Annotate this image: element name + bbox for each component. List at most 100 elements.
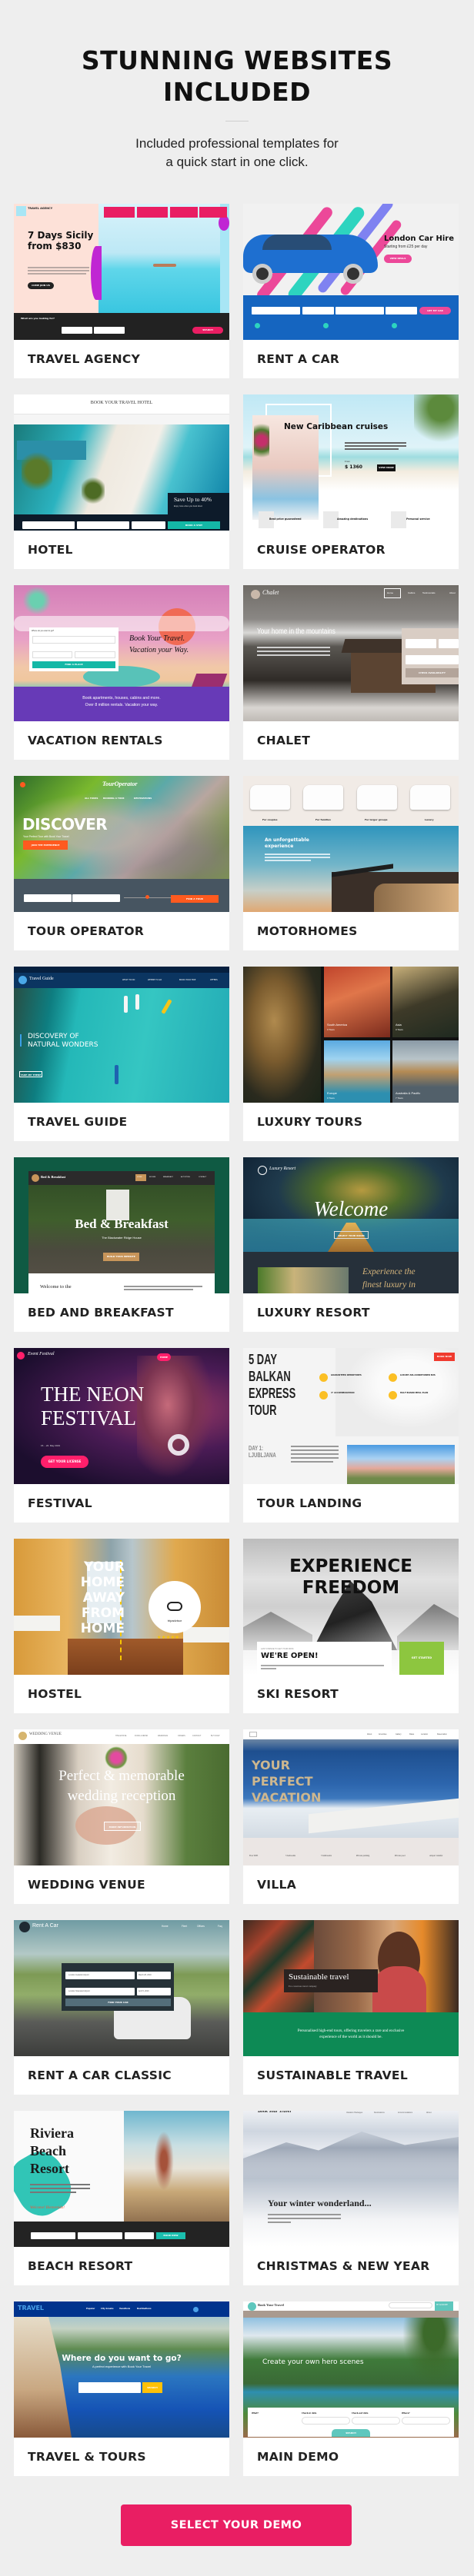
preview-headline-line: Beach	[30, 2143, 66, 2158]
preview-menu-item: Offices	[197, 1925, 205, 1928]
demo-card-ski-resort[interactable]: EXPERIENCE FREEDOM LAST CHANCE TO GET YO…	[243, 1539, 459, 1713]
preview-headline-2: FREEDOM	[302, 1578, 400, 1598]
preview-headline-line: BALKAN	[249, 1369, 291, 1384]
preview-tagline-1: Experience the	[362, 1267, 416, 1276]
preview-brand: Travel Guide	[29, 977, 54, 981]
demo-card-tour-landing[interactable]: 5 DAY BALKAN EXPRESS TOUR BOOK NOW GUARA…	[243, 1348, 459, 1523]
demo-label[interactable]: LUXURY TOURS	[257, 1103, 362, 1141]
demo-preview-tour-operator[interactable]: TourOperator ALL TOURS BOOKING A TOUR DE…	[14, 776, 229, 912]
demo-label[interactable]: VILLA	[257, 1865, 296, 1904]
preview-menu-item: THE ESTATE	[115, 1735, 127, 1737]
preview-headline: Create your own hero scenes	[262, 2358, 364, 2366]
demo-card-festival[interactable]: Event Festival HOME THE NEON FESTIVAL 15…	[14, 1348, 229, 1523]
demo-label[interactable]: MOTORHOMES	[257, 912, 358, 950]
preview-button: GET MY CAR	[419, 307, 451, 315]
demo-label[interactable]: TRAVEL & TOURS	[28, 2438, 146, 2476]
demo-preview-bed-and-breakfast[interactable]: Bed & Breakfast HOME ROOMS BREAKFAST ACT…	[14, 1157, 229, 1293]
demo-card-tour-operator[interactable]: TourOperator ALL TOURS BOOKING A TOUR DE…	[14, 776, 229, 950]
subtitle-line-2: a quick start in one click.	[165, 155, 309, 169]
demo-label[interactable]: BED AND BREAKFAST	[28, 1293, 174, 1332]
demo-label[interactable]: WEDDING VENUE	[28, 1865, 145, 1904]
demo-label[interactable]: LUXURY RESORT	[257, 1293, 370, 1332]
demo-label[interactable]: CHRISTMAS & NEW YEAR	[257, 2247, 429, 2285]
demo-preview-cruise-operator[interactable]: New Caribbean cruises From $ 1360 VIEW M…	[243, 394, 459, 531]
phone-icon	[20, 782, 25, 787]
demo-card-chalet[interactable]: Chalet Home Cabins Testimonials About Yo…	[243, 585, 459, 760]
preview-tile-name: Asia	[396, 1023, 402, 1027]
demo-preview-rent-a-car-classic[interactable]: Rent A Car Home Fleet Offices Faq London…	[14, 1920, 229, 2056]
demo-card-hostel[interactable]: YOUR HOME AWAY FROM HOME tripadvisor ★★★…	[14, 1539, 229, 1713]
preview-menu-item: Popular	[86, 2308, 95, 2310]
demo-card-travel-agency[interactable]: TRAVEL AGENCY 7 Days Sicily from $830 CO…	[14, 204, 229, 378]
demo-preview-vacation-rentals[interactable]: Where do you want to go? FIND A PLACE Bo…	[14, 585, 229, 721]
preview-cta: GET STARTED	[399, 1642, 444, 1675]
demo-card-cruise-operator[interactable]: New Caribbean cruises From $ 1360 VIEW M…	[243, 394, 459, 569]
demo-card-travel-guide[interactable]: Travel Guide WHAT TO DO WHERE TO GO BOOK…	[14, 967, 229, 1141]
demo-label[interactable]: SUSTAINABLE TRAVEL	[257, 2056, 408, 2095]
preview-menu-item: ALL TOURS	[85, 797, 98, 800]
demo-card-rent-a-car-classic[interactable]: Rent A Car Home Fleet Offices Faq London…	[14, 1920, 229, 2095]
demo-label[interactable]: SKI RESORT	[257, 1675, 339, 1713]
demo-preview-luxury-resort[interactable]: Luxury Resort Welcome SELECT YOUR ROOM E…	[243, 1157, 459, 1293]
preview-tile-count: 3 Tours	[396, 1028, 403, 1031]
demo-label[interactable]: RENT A CAR CLASSIC	[28, 2056, 172, 2095]
demo-preview-festival[interactable]: Event Festival HOME THE NEON FESTIVAL 15…	[14, 1348, 229, 1484]
demo-card-luxury-resort[interactable]: Luxury Resort Welcome SELECT YOUR ROOM E…	[243, 1157, 459, 1332]
demo-label[interactable]: BEACH RESORT	[28, 2247, 132, 2285]
demo-label[interactable]: TOUR LANDING	[257, 1484, 362, 1523]
demo-card-beach-resort[interactable]: Riviera Beach Resort Welcome! Bienvenido…	[14, 2111, 229, 2285]
demo-preview-sustainable-travel[interactable]: Sustainable travel Eco conscious travel …	[243, 1920, 459, 2056]
demo-preview-hotel[interactable]: BOOK YOUR TRAVEL HOTEL Save Up to 40% En…	[14, 394, 229, 531]
preview-menu-item: HOME	[157, 1353, 171, 1361]
demo-label[interactable]: TOUR OPERATOR	[28, 912, 144, 950]
demo-card-hotel[interactable]: BOOK YOUR TRAVEL HOTEL Save Up to 40% En…	[14, 394, 229, 569]
demo-preview-hostel[interactable]: YOUR HOME AWAY FROM HOME tripadvisor ★★★…	[14, 1539, 229, 1675]
demo-preview-chalet[interactable]: Chalet Home Cabins Testimonials About Yo…	[243, 585, 459, 721]
demo-card-motorhomes[interactable]: For couples For families For larger grou…	[243, 776, 459, 950]
preview-menu-item: Destinations	[137, 2308, 152, 2310]
demo-card-christmas-new-year[interactable]: Book Your Travel Vacation Packages Desti…	[243, 2111, 459, 2285]
demo-preview-travel-and-tours[interactable]: TRAVEL Popular City breaks Vacations Des…	[14, 2301, 229, 2438]
preview-welcome: Welcome to the	[40, 1284, 72, 1290]
preview-cta: BUILD YOUR WEBSITE	[103, 1253, 139, 1261]
demo-preview-ski-resort[interactable]: EXPERIENCE FREEDOM LAST CHANCE TO GET YO…	[243, 1539, 459, 1675]
demo-card-vacation-rentals[interactable]: Where do you want to go? FIND A PLACE Bo…	[14, 585, 229, 760]
preview-date: 15. - 22. May 2019	[41, 1444, 61, 1447]
demo-preview-villa[interactable]: About Amenities Gallery Rates Location R…	[243, 1729, 459, 1865]
demo-preview-tour-landing[interactable]: 5 DAY BALKAN EXPRESS TOUR BOOK NOW GUARA…	[243, 1348, 459, 1484]
demo-preview-travel-guide[interactable]: Travel Guide WHAT TO DO WHERE TO GO BOOK…	[14, 967, 229, 1103]
preview-button: SEARCH	[142, 2382, 162, 2393]
demo-card-villa[interactable]: About Amenities Gallery Rates Location R…	[243, 1729, 459, 1904]
preview-field-label: Check-in date	[302, 2412, 317, 2415]
demo-preview-rent-a-car[interactable]: London Car Hire Starting from £25 per da…	[243, 204, 459, 340]
demo-preview-luxury-tours[interactable]: South America 3 Tours Asia 3 Tours Europ…	[243, 967, 459, 1103]
demo-preview-beach-resort[interactable]: Riviera Beach Resort Welcome! Bienvenido…	[14, 2111, 229, 2247]
preview-menu-item: HOME	[137, 1177, 142, 1178]
demo-label[interactable]: RENT A CAR	[257, 340, 339, 378]
demo-label[interactable]: HOSTEL	[28, 1675, 82, 1713]
demo-label[interactable]: TRAVEL GUIDE	[28, 1103, 127, 1141]
demo-card-travel-and-tours[interactable]: TRAVEL Popular City breaks Vacations Des…	[14, 2301, 229, 2476]
demo-card-main-demo[interactable]: Book Your Travel MY ACCOUNT Create your …	[243, 2301, 459, 2476]
demo-label[interactable]: CRUISE OPERATOR	[257, 531, 386, 569]
demo-preview-wedding-venue[interactable]: WEDDING VENUE THE ESTATE FOOD & DRINK WE…	[14, 1729, 229, 1865]
demo-card-rent-a-car[interactable]: London Car Hire Starting from £25 per da…	[243, 204, 459, 378]
demo-label[interactable]: FESTIVAL	[28, 1484, 92, 1523]
demo-preview-travel-agency[interactable]: TRAVEL AGENCY 7 Days Sicily from $830 CO…	[14, 204, 229, 340]
demo-label[interactable]: CHALET	[257, 721, 310, 760]
demo-card-bed-and-breakfast[interactable]: Bed & Breakfast HOME ROOMS BREAKFAST ACT…	[14, 1157, 229, 1332]
demo-preview-christmas-new-year[interactable]: Book Your Travel Vacation Packages Desti…	[243, 2111, 459, 2247]
demo-label[interactable]: VACATION RENTALS	[28, 721, 163, 760]
preview-menu-item: FOOD & DRINK	[135, 1735, 149, 1737]
demo-preview-main-demo[interactable]: Book Your Travel MY ACCOUNT Create your …	[243, 2301, 459, 2438]
preview-menu-item: ACTIVITIES	[181, 1177, 190, 1178]
demo-card-luxury-tours[interactable]: South America 3 Tours Asia 3 Tours Europ…	[243, 967, 459, 1141]
preview-menu-item: Destinations	[374, 2112, 385, 2114]
demo-label[interactable]: HOTEL	[28, 531, 73, 569]
demo-preview-motorhomes[interactable]: For couples For families For larger grou…	[243, 776, 459, 912]
demo-card-wedding-venue[interactable]: WEDDING VENUE THE ESTATE FOOD & DRINK WE…	[14, 1729, 229, 1904]
demo-label[interactable]: MAIN DEMO	[257, 2438, 339, 2476]
select-your-demo-button[interactable]: SELECT YOUR DEMO	[121, 2504, 352, 2546]
demo-label[interactable]: TRAVEL AGENCY	[28, 340, 140, 378]
demo-card-sustainable-travel[interactable]: Sustainable travel Eco conscious travel …	[243, 1920, 459, 2095]
